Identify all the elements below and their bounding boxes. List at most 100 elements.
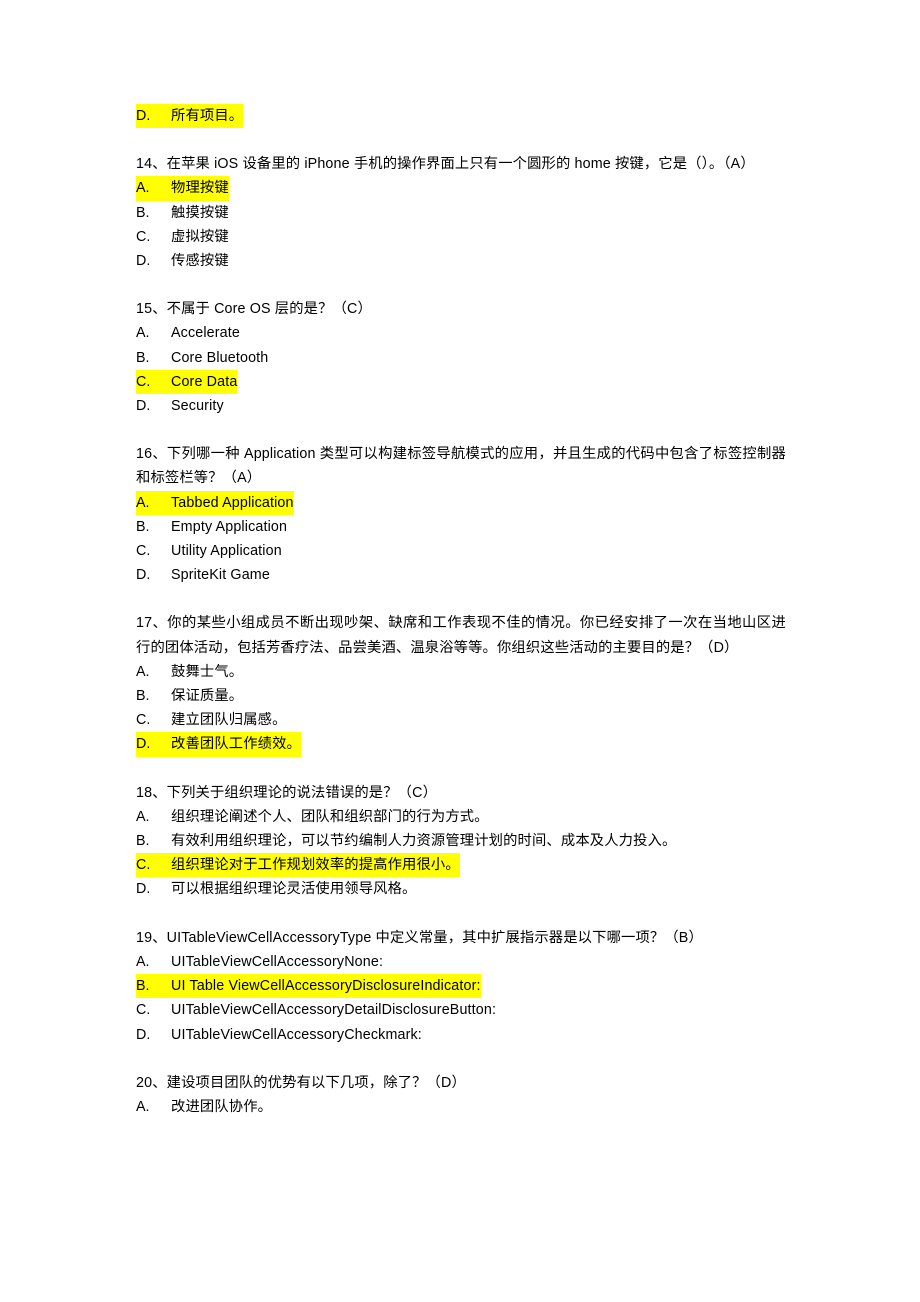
option-letter: B.: [136, 688, 150, 705]
option-inner: B. 触摸按键: [136, 201, 229, 225]
question-text: 在苹果 iOS 设备里的 iPhone 手机的操作界面上只有一个圆形的 home…: [166, 156, 755, 173]
option-row: A. 改进团队协作。: [136, 1095, 786, 1119]
option-row: A. Tabbed Application: [136, 490, 786, 515]
question-text: 建设项目团队的优势有以下几项，除了？（D）: [166, 1074, 466, 1091]
option-text: Empty Application: [171, 518, 288, 535]
question-number: 18、: [136, 784, 167, 801]
question-stem: 14、在苹果 iOS 设备里的 iPhone 手机的操作界面上只有一个圆形的 h…: [136, 152, 786, 176]
option-inner: B. UI Table ViewCellAccessoryDisclosureIn…: [136, 974, 481, 999]
option-inner: A. 物理按键: [136, 176, 229, 201]
question-block: 19、UITableViewCellAccessoryType 中定义常量，其中…: [136, 926, 786, 1047]
option-text: 组织理论对于工作规划效率的提高作用很小。: [171, 857, 460, 874]
option-text: 所有项目。: [171, 108, 244, 124]
question-number: 14、: [136, 156, 167, 173]
option-text: 组织理论阐述个人、团队和组织部门的行为方式。: [171, 808, 489, 825]
option-letter: C.: [136, 857, 151, 874]
option-inner: A. Accelerate: [136, 321, 240, 345]
option-text: 建立团队归属感。: [171, 712, 287, 729]
option-row: B. 保证质量。: [136, 684, 786, 708]
option-inner: A. 组织理论阐述个人、团队和组织部门的行为方式。: [136, 805, 489, 829]
question-stem: 18、下列关于组织理论的说法错误的是？（C）: [136, 781, 786, 805]
option-inner: B. Core Bluetooth: [136, 346, 268, 370]
option-letter: A.: [136, 494, 150, 511]
question-block: 15、不属于 Core OS 层的是？（C） A. Accelerate B. Core…: [136, 297, 786, 418]
option-inner: D. 可以根据组织理论灵活使用领导风格。: [136, 877, 416, 901]
option-letter: D.: [136, 398, 151, 415]
option-letter: C.: [136, 1002, 151, 1019]
question-text: 不属于 Core OS 层的是？（C）: [166, 301, 372, 318]
question-block: 14、在苹果 iOS 设备里的 iPhone 手机的操作界面上只有一个圆形的 h…: [136, 152, 786, 273]
option-letter: C.: [136, 228, 151, 245]
option-letter: B.: [136, 833, 150, 850]
question-stem: 16、下列哪一种 Application 类型可以构建标签导航模式的应用，并且生…: [136, 442, 786, 490]
option-row: A. UITableViewCellAccessoryNone:: [136, 950, 786, 974]
option-text: Core Bluetooth: [171, 349, 269, 366]
option-letter: A.: [136, 953, 150, 970]
option-letter: C.: [136, 373, 151, 390]
option-row: B. Core Bluetooth: [136, 346, 786, 370]
question-block: 20、建设项目团队的优势有以下几项，除了？（D） A. 改进团队协作。: [136, 1071, 786, 1119]
option-text: Utility Application: [171, 543, 282, 560]
option-inner: D. 传感按键: [136, 249, 229, 273]
option-letter: D.: [136, 253, 151, 270]
option-row: D. 可以根据组织理论灵活使用领导风格。: [136, 877, 786, 901]
option-row: B. UI Table ViewCellAccessoryDisclosureIn…: [136, 974, 786, 999]
option-inner: D. SpriteKit Game: [136, 563, 270, 587]
option-inner: C. Utility Application: [136, 539, 282, 563]
question-text: 下列哪一种 Application 类型可以构建标签导航模式的应用，并且生成的代…: [136, 446, 786, 487]
option-text: 鼓舞士气。: [171, 663, 244, 680]
option-text: Accelerate: [171, 325, 240, 342]
option-letter: A.: [136, 663, 150, 680]
option-letter: B.: [136, 978, 150, 995]
option-text: UITableViewCellAccessoryDetailDisclosure…: [171, 1002, 497, 1019]
question-block: 17、你的某些小组成员不断出现吵架、缺席和工作表现不佳的情况。你已经安排了一次在…: [136, 611, 786, 757]
option-letter: D.: [136, 736, 151, 753]
option-letter: A.: [136, 1098, 150, 1115]
option-letter: B.: [136, 518, 150, 535]
option-row: D. 传感按键: [136, 249, 786, 273]
option-row: D. SpriteKit Game: [136, 563, 786, 587]
question-stem: 17、你的某些小组成员不断出现吵架、缺席和工作表现不佳的情况。你已经安排了一次在…: [136, 611, 786, 659]
option-row: A. 组织理论阐述个人、团队和组织部门的行为方式。: [136, 805, 786, 829]
option-letter: A.: [136, 808, 150, 825]
option-row: C. Core Data: [136, 369, 786, 395]
option-row: D. UITableViewCellAccessoryCheckmark:: [136, 1023, 786, 1047]
option-row: D. Security: [136, 394, 786, 418]
question-block: 18、下列关于组织理论的说法错误的是？（C） A. 组织理论阐述个人、团队和组织部门…: [136, 781, 786, 902]
option-row: A. Accelerate: [136, 321, 786, 345]
option-text: 物理按键: [171, 180, 229, 197]
option-inner: C. 建立团队归属感。: [136, 708, 287, 732]
question-number: 17、: [136, 615, 168, 632]
option-inner: A. 改进团队协作。: [136, 1095, 272, 1119]
option-text: UI Table ViewCellAccessoryDisclosureIndi…: [171, 978, 481, 995]
option-inner: B. 保证质量。: [136, 684, 243, 708]
option-text: Tabbed Application: [171, 494, 294, 511]
option-text: 改进团队协作。: [171, 1098, 273, 1115]
option-text: SpriteKit Game: [171, 567, 270, 584]
option-inner: D. UITableViewCellAccessoryCheckmark:: [136, 1023, 422, 1047]
option-letter: A.: [136, 180, 150, 197]
option-letter: C.: [136, 543, 151, 560]
option-inner: C. 虚拟按键: [136, 225, 229, 249]
option-text: 传感按键: [171, 253, 229, 270]
question-number: 15、: [136, 301, 167, 318]
option-row: C. 组织理论对于工作规划效率的提高作用很小。: [136, 853, 786, 878]
option-row: C. 建立团队归属感。: [136, 708, 786, 732]
option-row: C. 虚拟按键: [136, 225, 786, 249]
option-row: B. Empty Application: [136, 515, 786, 539]
option-row: C. Utility Application: [136, 539, 786, 563]
option-text: Core Data: [171, 373, 238, 390]
option-text: UITableViewCellAccessoryCheckmark:: [171, 1026, 422, 1043]
option-inner: A. 鼓舞士气。: [136, 660, 243, 684]
option-inner: B. 有效利用组织理论，可以节约编制人力资源管理计划的时间、成本及人力投入。: [136, 829, 676, 853]
option-text: 保证质量。: [171, 688, 244, 705]
leading-option-row: D. 所有项目。: [136, 104, 786, 129]
option-text: 有效利用组织理论，可以节约编制人力资源管理计划的时间、成本及人力投入。: [171, 833, 677, 850]
option-text: 触摸按键: [171, 204, 229, 221]
option-letter: C.: [136, 712, 151, 729]
